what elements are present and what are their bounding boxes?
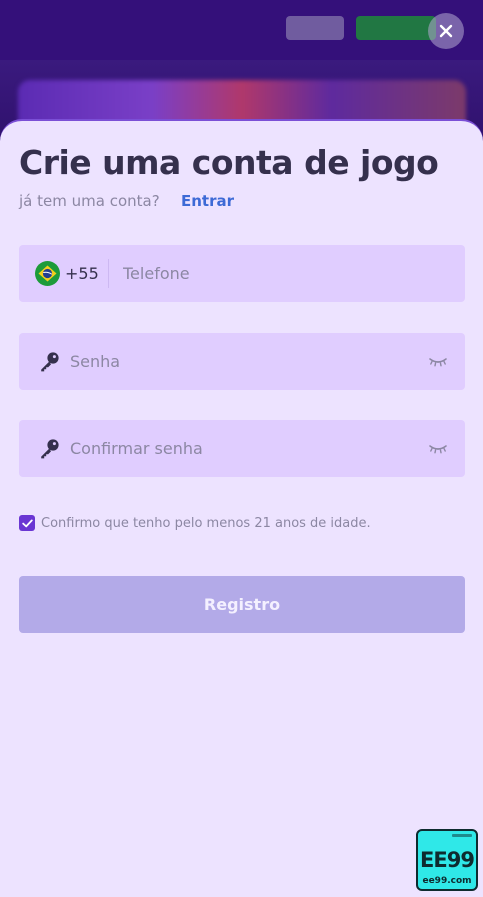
phone-input[interactable] — [123, 261, 443, 285]
svg-text:ee99.com: ee99.com — [422, 876, 471, 886]
password-field — [19, 333, 465, 390]
key-icon — [41, 439, 59, 459]
eye-closed-icon[interactable] — [428, 440, 448, 456]
close-button[interactable] — [428, 13, 464, 49]
password-input[interactable] — [70, 349, 410, 373]
close-icon — [439, 24, 453, 38]
eye-closed-icon[interactable] — [428, 353, 448, 369]
age-confirm-row: Confirmo que tenho pelo menos 21 anos de… — [19, 514, 371, 532]
age-confirm-label: Confirmo que tenho pelo menos 21 anos de… — [41, 515, 371, 531]
login-link[interactable]: Entrar — [181, 192, 234, 210]
brazil-flag-icon[interactable] — [35, 261, 60, 286]
register-button[interactable]: Registro — [19, 576, 465, 633]
have-account-text: já tem uma conta? — [19, 192, 160, 210]
field-divider — [108, 259, 109, 288]
checkmark-icon — [21, 519, 33, 527]
confirm-password-input[interactable] — [70, 436, 410, 460]
ee99-logo-graphic: EE99 ee99.com — [420, 834, 475, 886]
confirm-password-field — [19, 420, 465, 477]
country-dial-code[interactable]: +55 — [65, 264, 99, 283]
ee99-logo: EE99 ee99.com — [416, 829, 478, 891]
register-modal: Crie uma conta de jogo já tem uma conta?… — [0, 119, 483, 897]
phone-field: +55 — [19, 245, 465, 302]
age-confirm-checkbox[interactable] — [19, 515, 35, 531]
modal-title: Crie uma conta de jogo — [19, 143, 439, 182]
svg-text:EE99: EE99 — [420, 848, 474, 872]
background-login-button — [286, 16, 344, 40]
background-register-button — [356, 16, 436, 40]
key-icon — [41, 352, 59, 372]
